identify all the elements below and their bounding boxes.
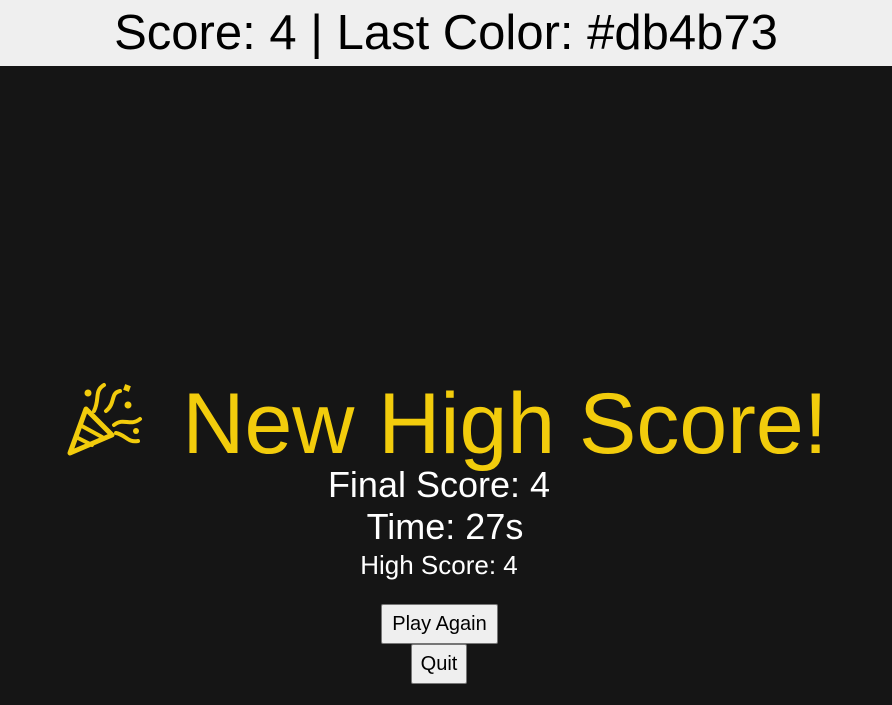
high-score-banner: New High Score! (0, 376, 892, 472)
high-score-text: High Score: 4 (360, 550, 518, 580)
final-score-text: Final Score: 4 (327, 464, 551, 505)
play-again-button[interactable]: Play Again (381, 604, 498, 644)
quit-button[interactable]: Quit (411, 644, 467, 684)
score-status-text: Score: 4 | Last Color: #db4b73 (114, 6, 778, 60)
party-popper-icon (64, 381, 144, 461)
score-status-bar: Score: 4 | Last Color: #db4b73 (0, 0, 892, 66)
time-text: Time: 27s (366, 506, 524, 547)
headline-text: New High Score! (182, 376, 828, 472)
